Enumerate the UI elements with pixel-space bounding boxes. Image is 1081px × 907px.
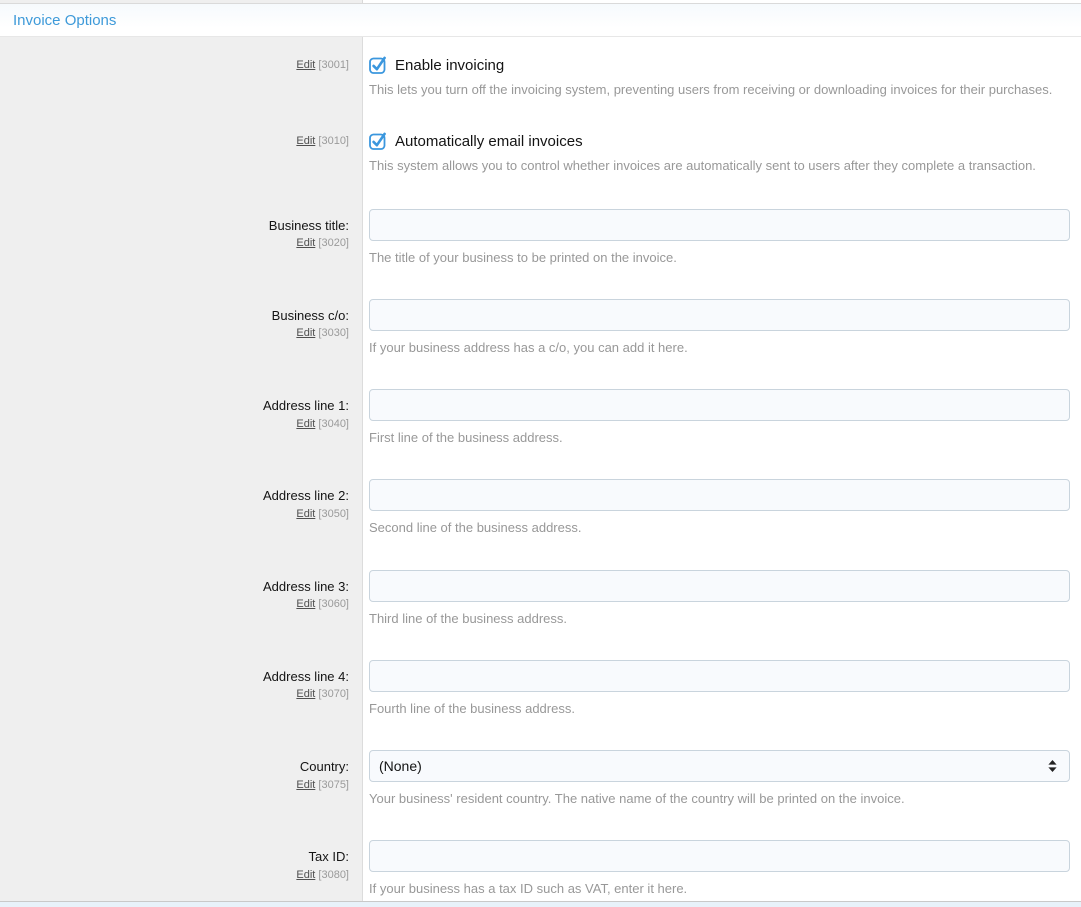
address-line-2-input[interactable] <box>369 479 1070 511</box>
checkbox-checked-icon <box>369 56 387 74</box>
option-meta-cell: Address line 1: Edit [3040] <box>0 389 363 446</box>
edit-link[interactable]: Edit <box>296 779 315 791</box>
edit-link[interactable]: Edit <box>296 327 315 339</box>
option-meta-cell: Address line 4: Edit [3070] <box>0 660 363 717</box>
edit-line: Edit [3020] <box>0 237 349 249</box>
edit-line: Edit [3060] <box>0 598 349 610</box>
option-row-business-title: Business title: Edit [3020] The title of… <box>0 209 1081 266</box>
option-label: Business title: <box>0 217 349 235</box>
option-description: This system allows you to control whethe… <box>369 158 1070 174</box>
option-id: [3020] <box>318 237 349 249</box>
option-control-cell: The title of your business to be printed… <box>363 209 1081 266</box>
option-control-cell: If your business address has a c/o, you … <box>363 299 1081 356</box>
option-description: If your business has a tax ID such as VA… <box>369 881 1070 897</box>
option-label: Address line 1: <box>0 397 349 415</box>
checkbox-checked-icon <box>369 132 387 150</box>
option-row-business-co: Business c/o: Edit [3030] If your busine… <box>0 299 1081 356</box>
next-section-header-edge <box>0 901 1081 907</box>
option-meta-cell: Business c/o: Edit [3030] <box>0 299 363 356</box>
checkbox-label: Enable invoicing <box>395 57 504 74</box>
option-label: Address line 3: <box>0 578 349 596</box>
auto-email-invoices-checkbox[interactable]: Automatically email invoices <box>369 132 1070 150</box>
address-line-1-input[interactable] <box>369 389 1070 421</box>
section-header: Invoice Options <box>0 4 1081 37</box>
option-control-cell: Third line of the business address. <box>363 570 1081 627</box>
edit-link[interactable]: Edit <box>296 418 315 430</box>
option-label: Address line 2: <box>0 487 349 505</box>
tax-id-input[interactable] <box>369 840 1070 872</box>
enable-invoicing-checkbox[interactable]: Enable invoicing <box>369 56 1070 74</box>
option-id: [3075] <box>318 779 349 791</box>
option-description: Second line of the business address. <box>369 520 1070 536</box>
option-control-cell: (None) Your business' resident country. … <box>363 750 1081 807</box>
address-line-4-input[interactable] <box>369 660 1070 692</box>
section-title: Invoice Options <box>13 12 116 29</box>
address-line-3-input[interactable] <box>369 570 1070 602</box>
edit-link[interactable]: Edit <box>296 135 315 147</box>
option-row-address-line-3: Address line 3: Edit [3060] Third line o… <box>0 570 1081 627</box>
option-control-cell: Second line of the business address. <box>363 479 1081 536</box>
option-description: This lets you turn off the invoicing sys… <box>369 82 1070 98</box>
option-control-cell: If your business has a tax ID such as VA… <box>363 840 1081 897</box>
edit-line: Edit [3040] <box>0 418 349 430</box>
option-label: Address line 4: <box>0 668 349 686</box>
option-meta-cell: Tax ID: Edit [3080] <box>0 840 363 897</box>
option-description: If your business address has a c/o, you … <box>369 340 1070 356</box>
edit-line: Edit [3001] <box>0 59 349 71</box>
option-id: [3001] <box>318 59 349 71</box>
country-select-value: (None) <box>379 758 422 774</box>
option-control-cell: Fourth line of the business address. <box>363 660 1081 717</box>
edit-link[interactable]: Edit <box>296 598 315 610</box>
checkbox-label: Automatically email invoices <box>395 133 583 150</box>
option-meta-cell: Business title: Edit [3020] <box>0 209 363 266</box>
business-co-input[interactable] <box>369 299 1070 331</box>
option-control-cell: Automatically email invoices This system… <box>363 132 1081 174</box>
option-description: First line of the business address. <box>369 430 1070 446</box>
edit-link[interactable]: Edit <box>296 688 315 700</box>
option-meta-cell: Address line 3: Edit [3060] <box>0 570 363 627</box>
edit-line: Edit [3080] <box>0 869 349 881</box>
option-row-address-line-4: Address line 4: Edit [3070] Fourth line … <box>0 660 1081 717</box>
option-row-tax-id: Tax ID: Edit [3080] If your business has… <box>0 840 1081 897</box>
option-row-address-line-1: Address line 1: Edit [3040] First line o… <box>0 389 1081 446</box>
edit-link[interactable]: Edit <box>296 869 315 881</box>
option-id: [3050] <box>318 508 349 520</box>
edit-link[interactable]: Edit <box>296 508 315 520</box>
country-select[interactable]: (None) <box>369 750 1070 782</box>
option-label: Tax ID: <box>0 848 349 866</box>
option-id: [3040] <box>318 418 349 430</box>
option-id: [3030] <box>318 327 349 339</box>
option-id: [3060] <box>318 598 349 610</box>
option-label: Country: <box>0 758 349 776</box>
edit-link[interactable]: Edit <box>296 237 315 249</box>
edit-line: Edit [3030] <box>0 327 349 339</box>
select-stepper-icon <box>1048 760 1057 772</box>
edit-line: Edit [3050] <box>0 508 349 520</box>
edit-line: Edit [3075] <box>0 779 349 791</box>
option-meta-cell: Address line 2: Edit [3050] <box>0 479 363 536</box>
edit-link[interactable]: Edit <box>296 59 315 71</box>
option-meta-cell: Edit [3001] <box>0 56 363 98</box>
option-description: Third line of the business address. <box>369 611 1070 627</box>
option-id: [3010] <box>318 135 349 147</box>
option-description: The title of your business to be printed… <box>369 250 1070 266</box>
option-control-cell: Enable invoicing This lets you turn off … <box>363 56 1081 98</box>
option-row-country: Country: Edit [3075] (None) Your busines… <box>0 750 1081 807</box>
option-row-enable-invoicing: Edit [3001] Enable invoicing This lets y… <box>0 56 1081 98</box>
option-meta-cell: Country: Edit [3075] <box>0 750 363 807</box>
edit-line: Edit [3010] <box>0 135 349 147</box>
option-id: [3080] <box>318 869 349 881</box>
option-row-address-line-2: Address line 2: Edit [3050] Second line … <box>0 479 1081 536</box>
option-id: [3070] <box>318 688 349 700</box>
business-title-input[interactable] <box>369 209 1070 241</box>
option-control-cell: First line of the business address. <box>363 389 1081 446</box>
edit-line: Edit [3070] <box>0 688 349 700</box>
option-meta-cell: Edit [3010] <box>0 132 363 174</box>
option-row-auto-email-invoices: Edit [3010] Automatically email invoices… <box>0 132 1081 174</box>
option-description: Your business' resident country. The nat… <box>369 791 1070 807</box>
option-description: Fourth line of the business address. <box>369 701 1070 717</box>
option-label: Business c/o: <box>0 307 349 325</box>
invoice-options-form: Edit [3001] Enable invoicing This lets y… <box>0 37 1081 901</box>
